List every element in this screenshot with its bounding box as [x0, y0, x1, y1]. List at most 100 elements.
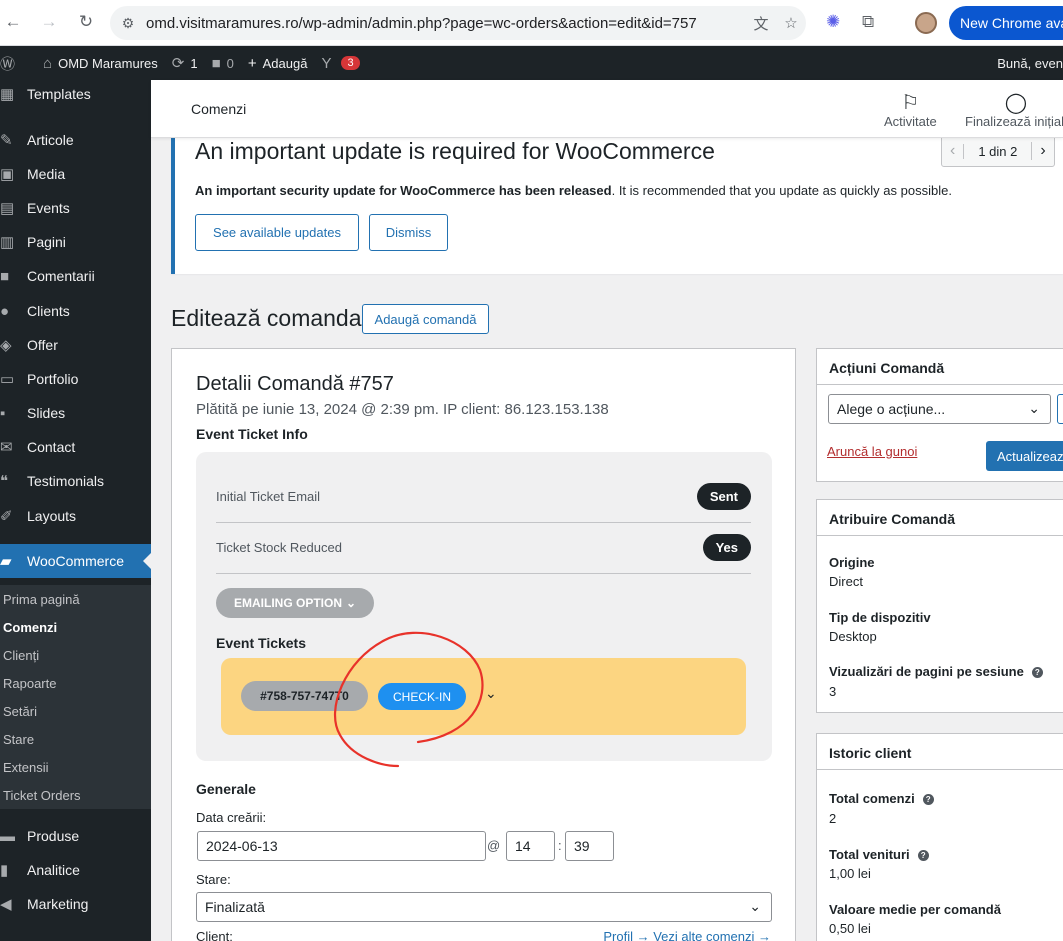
hour-input[interactable]: 14 [506, 831, 555, 861]
submenu-clienti[interactable]: Clienți [0, 641, 151, 669]
activity-button[interactable]: ⚐ Activitate [884, 90, 937, 129]
user-icon: ● [0, 302, 10, 320]
notice-title: An important update is required for WooC… [195, 138, 715, 164]
pageviews-label: Vizualizări de pagini pe sesiune? [829, 664, 1043, 679]
help-icon[interactable]: ? [1031, 667, 1043, 679]
chevron-down-icon: ⌄ [346, 596, 357, 610]
ticket-info-row: Ticket Stock Reduced Yes [216, 523, 751, 574]
notice-pager: ‹ 1 din 2 › [941, 135, 1055, 167]
sidebar-item-testimonials[interactable]: ❝ Testimonials [0, 464, 151, 498]
event-ticket-info-box: Initial Ticket Email Sent Ticket Stock R… [196, 452, 772, 761]
wordpress-logo-icon[interactable]: Ⓦ [0, 53, 29, 74]
pager-next-icon[interactable]: › [1031, 142, 1053, 160]
sidebar-item-produse[interactable]: ▬ Produse [0, 819, 151, 853]
total-revenue-value: 1,00 lei [829, 866, 871, 881]
reload-icon[interactable]: ↻ [73, 12, 99, 32]
ticket-card: #758-757-747T0 CHECK-IN ⌄ [221, 658, 746, 735]
site-settings-icon[interactable]: ⚙ [110, 15, 146, 32]
templates-icon: ▦ [0, 86, 15, 103]
page-title: Editează comanda [171, 305, 362, 331]
sidebar-item-offer[interactable]: ◈ Offer [0, 328, 151, 362]
help-icon[interactable]: ? [917, 850, 929, 862]
sidebar-item-comentarii[interactable]: ■ Comentarii [0, 259, 151, 293]
client-label: Client: [196, 929, 233, 941]
sidebar-item-clients[interactable]: ● Clients [0, 294, 151, 328]
yoast-icon: Y [321, 54, 332, 72]
see-updates-button[interactable]: See available updates [195, 214, 359, 251]
status-label: Stare: [196, 872, 231, 887]
quote-icon: ❝ [0, 473, 9, 490]
sidebar-item-marketing[interactable]: ◀ Marketing [0, 887, 151, 921]
updates-icon: ⟳ [171, 55, 185, 72]
extension-icon[interactable]: ✺ [826, 12, 840, 32]
help-icon[interactable]: ? [922, 794, 934, 806]
update-order-button[interactable]: Actualizeaz [986, 441, 1063, 471]
translate-icon[interactable]: 文 [746, 13, 776, 34]
pager-prev-icon[interactable]: ‹ [942, 142, 963, 160]
date-input[interactable]: 2024-06-13 [197, 831, 486, 861]
device-label: Tip de dispozitiv [829, 610, 931, 625]
notice-text: An important security update for WooComm… [195, 183, 952, 198]
sidebar-item-portfolio[interactable]: ▭ Portfolio [0, 362, 151, 396]
device-value: Desktop [829, 629, 877, 644]
sidebar-item-contact[interactable]: ✉ Contact [0, 430, 151, 464]
add-order-button[interactable]: Adaugă comandă [362, 304, 489, 334]
admin-sidebar: ▦ Templates ✎ Articole ▣ Media ▤ Events ▥ Pag… [0, 80, 151, 941]
extensions-puzzle-icon[interactable]: ⧉ [862, 12, 874, 32]
sidebar-item-analitice[interactable]: ▮ Analitice [0, 853, 151, 887]
sidebar-item-slides[interactable]: ▪ Slides [0, 396, 151, 430]
submenu-extensii[interactable]: Extensii [0, 753, 151, 781]
order-attribution-box: Atribuire Comandă Origine Direct Tip de … [816, 499, 1063, 713]
brush-icon: ✐ [0, 508, 13, 525]
forward-icon[interactable]: → [36, 12, 62, 32]
client-links[interactable]: Profil → Vezi alte comenzi → [603, 929, 771, 941]
site-name-link[interactable]: ⌂ OMD Maramures [43, 55, 158, 72]
total-revenue-label: Total venituri? [829, 847, 929, 862]
sidebar-item-woocommerce[interactable]: ▰ WooCommerce [0, 544, 151, 578]
emailing-option-button[interactable]: EMAILING OPTION ⌄ [216, 588, 375, 618]
dismiss-button[interactable]: Dismiss [369, 214, 448, 251]
new-chrome-button[interactable]: New Chrome ava [949, 6, 1063, 40]
bookmark-star-icon[interactable]: ☆ [776, 14, 806, 32]
sidebar-item-media[interactable]: ▣ Media [0, 157, 151, 191]
check-in-button[interactable]: CHECK-IN [378, 683, 466, 710]
submenu-stare[interactable]: Stare [0, 725, 151, 753]
pin-icon: ✎ [0, 132, 13, 149]
status-pill: Sent [696, 483, 751, 510]
home-icon: ⌂ [43, 54, 53, 72]
admin-bar: Ⓦ ⌂ OMD Maramures ⟳ 1 ■ 0 + Adaugă Y3 Bună, … [0, 46, 1063, 80]
add-new-link[interactable]: + Adaugă [248, 55, 308, 72]
sidebar-item-layouts[interactable]: ✐ Layouts [0, 499, 151, 533]
chevron-down-icon: ⌄ [749, 898, 761, 914]
finish-setup-button[interactable]: ◯ Finalizează inițiall [965, 90, 1063, 129]
submenu-comenzi[interactable]: Comenzi [0, 613, 151, 641]
status-select[interactable]: Finalizată ⌄ [196, 892, 772, 922]
submenu-ticket-orders[interactable]: Ticket Orders [0, 781, 151, 809]
ticket-info-row: Initial Ticket Email Sent [216, 472, 751, 523]
order-action-select[interactable]: Alege o acțiune... ⌄ [828, 394, 1051, 424]
sidebar-item-pagini[interactable]: ▥ Pagini [0, 225, 151, 259]
submenu-setari[interactable]: Setări [0, 697, 151, 725]
greeting-link[interactable]: Bună, even [997, 56, 1063, 71]
comment-icon: ■ [0, 267, 10, 285]
progress-circle-icon: ◯ [1004, 92, 1028, 114]
event-tickets-label: Event Tickets [216, 635, 307, 651]
profile-avatar[interactable] [915, 12, 937, 34]
submenu-rapoarte[interactable]: Rapoarte [0, 669, 151, 697]
sidebar-item-articole[interactable]: ✎ Articole [0, 123, 151, 157]
submenu-prima-pagina[interactable]: Prima pagină [0, 585, 151, 613]
chevron-down-icon[interactable]: ⌄ [485, 685, 497, 702]
apply-action-button[interactable] [1057, 394, 1063, 424]
sidebar-item-templates[interactable]: ▦ Templates [0, 77, 151, 111]
avg-order-label: Valoare medie per comandă [829, 902, 1001, 917]
sidebar-item-events[interactable]: ▤ Events [0, 191, 151, 225]
updates-link[interactable]: ⟳ 1 [172, 54, 198, 72]
comments-link[interactable]: ■ 0 [212, 55, 234, 72]
status-pill: Yes [702, 534, 751, 561]
back-icon[interactable]: ← [0, 12, 26, 32]
minute-input[interactable]: 39 [565, 831, 614, 861]
yoast-link[interactable]: Y3 [321, 54, 360, 72]
order-actions-title: Acțiuni Comandă [817, 349, 1063, 385]
address-bar[interactable]: ⚙ omd.visitmaramures.ro/wp-admin/admin.p… [110, 6, 806, 40]
trash-link[interactable]: Aruncă la gunoi [827, 444, 917, 459]
